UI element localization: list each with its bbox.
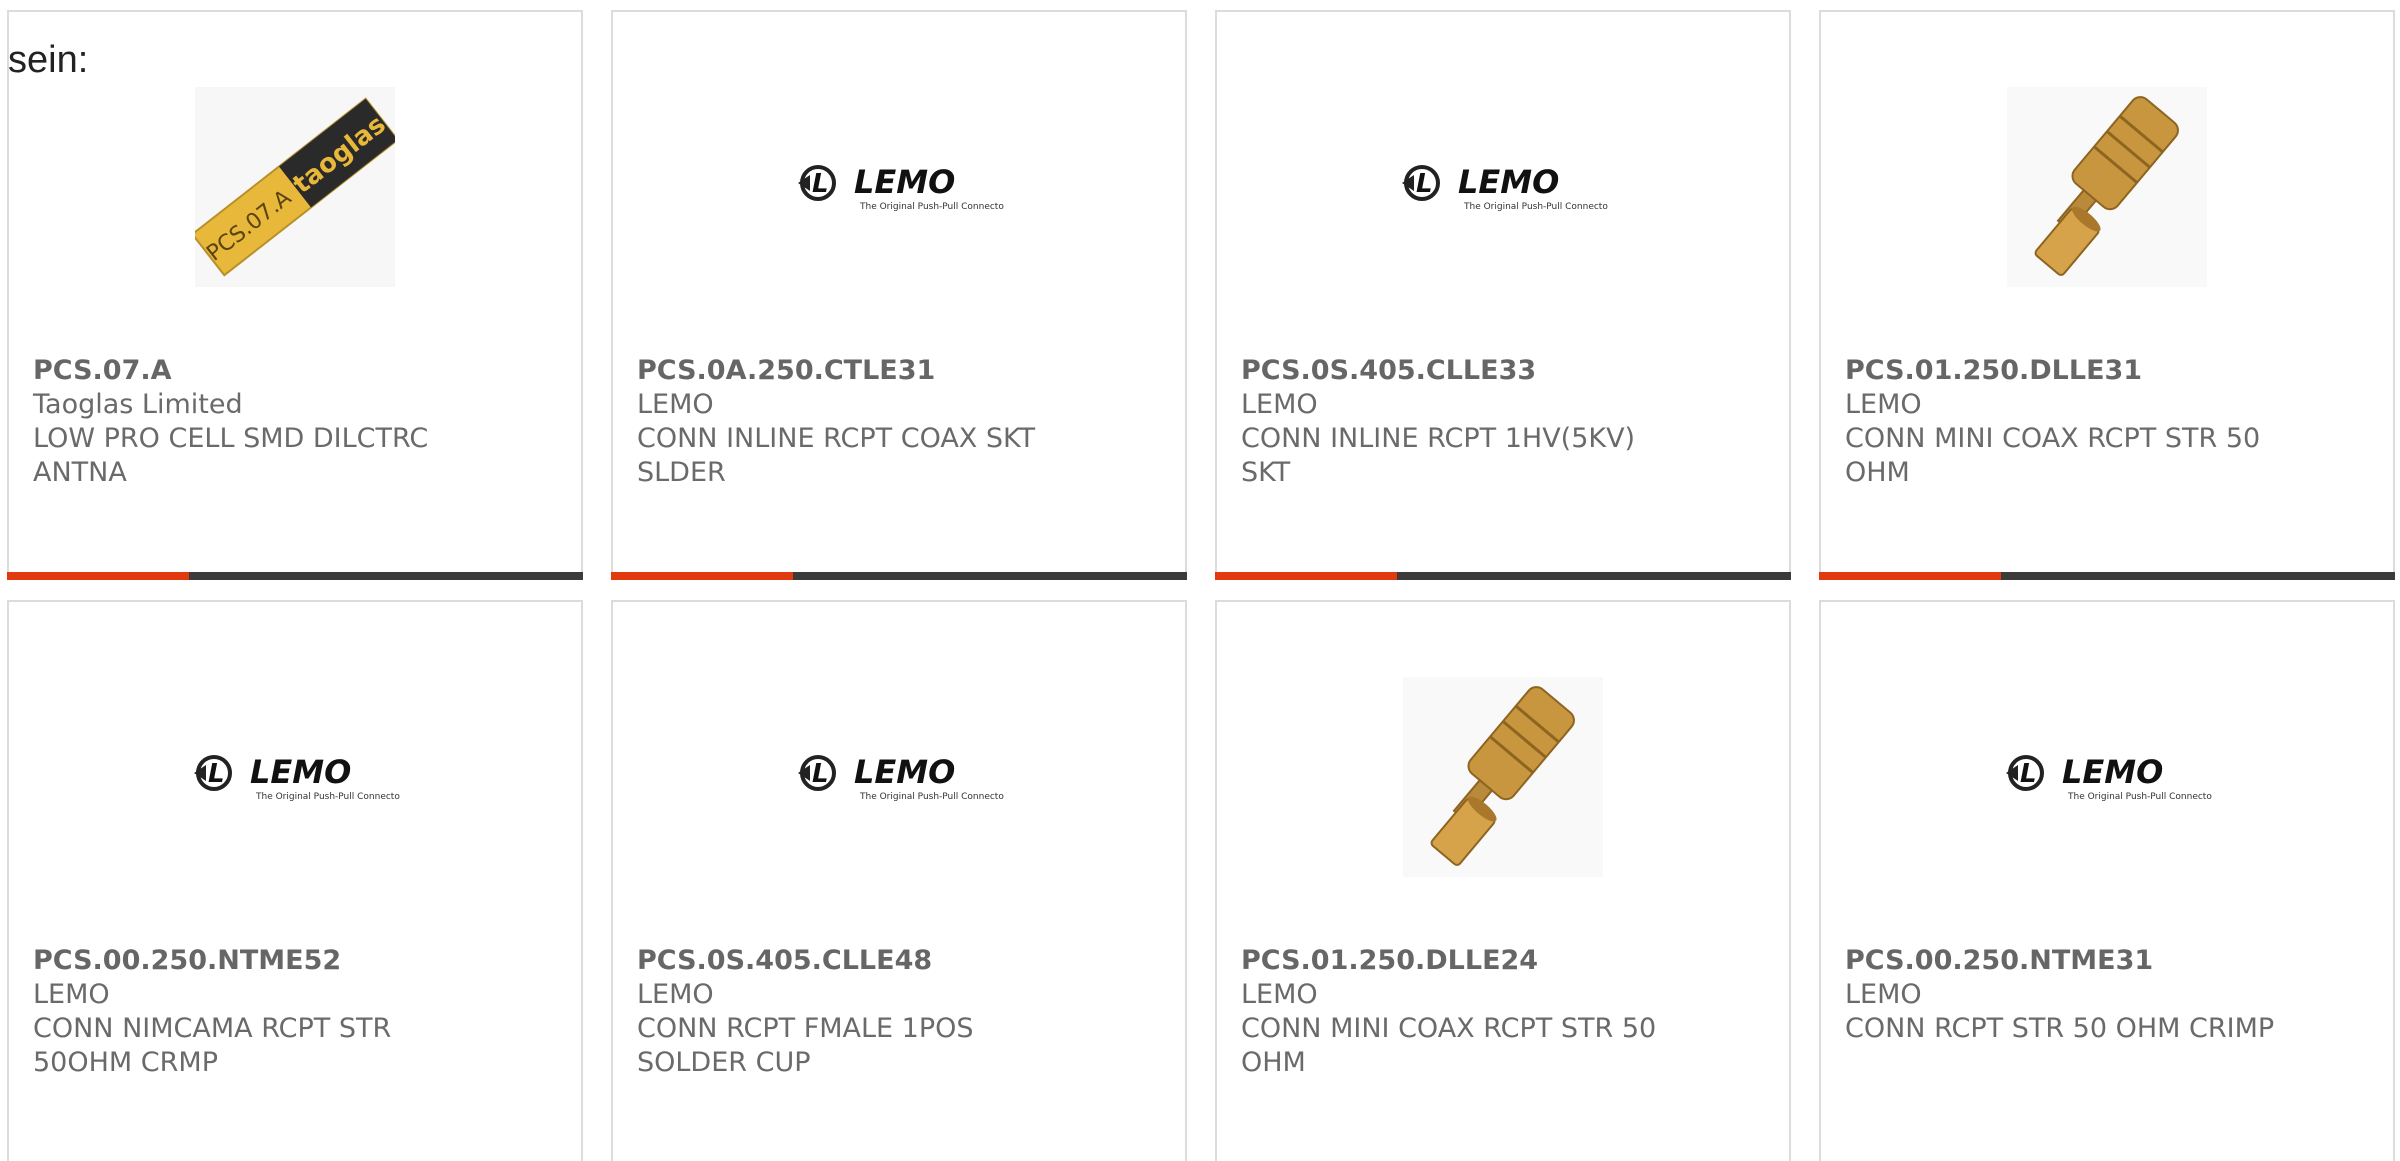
lemo-tagline: The Original Push-Pull Connector [255,792,400,802]
svg-text:L: L [2020,759,2037,789]
taoglas-antenna-photo: PCS.07.A taoglas [195,87,395,287]
description-line-2: 50OHM CRMP [33,1047,218,1078]
description-line-1: CONN RCPT STR 50 OHM CRIMP [1845,1013,2275,1044]
gold-connector-photo [2007,87,2207,287]
card-bar [7,572,583,580]
intro-text: sein: [8,39,89,81]
description-line-1: CONN RCPT FMALE 1POS [637,1013,974,1044]
lemo-wordmark: LEMO [854,163,955,201]
part-number[interactable]: PCS.0S.405.CLLE48 [637,944,1161,978]
product-card[interactable]: L LEMO The Original Push-Pull Connector … [611,600,1187,1161]
product-image[interactable]: PCS.07.A taoglas [9,82,581,292]
lemo-tagline: The Original Push-Pull Connector [859,792,1004,802]
card-bar-accent [1215,572,1397,580]
product-info: PCS.0A.250.CTLE31 LEMO CONN INLINE RCPT … [637,354,1161,490]
product-card[interactable]: PCS.01.250.DLLE31 LEMO CONN MINI COAX RC… [1819,10,2395,580]
product-info: PCS.0S.405.CLLE48 LEMO CONN RCPT FMALE 1… [637,944,1161,1080]
part-number[interactable]: PCS.00.250.NTME52 [33,944,557,978]
manufacturer: LEMO [1241,979,1318,1010]
manufacturer: LEMO [637,979,714,1010]
product-card[interactable]: L LEMO The Original Push-Pull Connector … [1215,10,1791,580]
part-number[interactable]: PCS.01.250.DLLE24 [1241,944,1765,978]
card-bar [1215,572,1791,580]
product-card[interactable]: L LEMO The Original Push-Pull Connector … [611,10,1187,580]
description-line-1: CONN MINI COAX RCPT STR 50 [1241,1013,1657,1044]
lemo-wordmark: LEMO [1458,163,1559,201]
part-number[interactable]: PCS.07.A [33,354,557,388]
lemo-logo-icon: L LEMO The Original Push-Pull Connector [798,163,1004,212]
product-info: PCS.07.A Taoglas Limited LOW PRO CELL SM… [33,354,557,490]
card-bar-accent [7,572,189,580]
description-line-2: SKT [1241,457,1291,488]
gold-connector-photo [1403,677,1603,877]
svg-text:L: L [812,169,829,199]
part-number[interactable]: PCS.00.250.NTME31 [1845,944,2369,978]
product-image[interactable] [1821,82,2393,292]
lemo-logo-icon: L LEMO The Original Push-Pull Connector [1402,163,1608,212]
svg-text:L: L [208,759,225,789]
lemo-logo-icon: L LEMO The Original Push-Pull Connector [798,753,1004,802]
description-line-2: OHM [1241,1047,1306,1078]
product-info: PCS.01.250.DLLE24 LEMO CONN MINI COAX RC… [1241,944,1765,1080]
product-image[interactable]: L LEMO The Original Push-Pull Connector [1821,672,2393,882]
manufacturer: Taoglas Limited [33,389,243,420]
description-line-1: LOW PRO CELL SMD DILCTRC [33,423,429,454]
svg-text:L: L [1416,169,1433,199]
description-line-2: SLDER [637,457,726,488]
description-line-1: CONN INLINE RCPT 1HV(5KV) [1241,423,1636,454]
product-info: PCS.01.250.DLLE31 LEMO CONN MINI COAX RC… [1845,354,2369,490]
product-image[interactable]: L LEMO The Original Push-Pull Connector [1217,82,1789,292]
lemo-wordmark: LEMO [250,753,351,791]
part-number[interactable]: PCS.0A.250.CTLE31 [637,354,1161,388]
product-card[interactable]: L LEMO The Original Push-Pull Connector … [1819,600,2395,1161]
description-line-1: CONN MINI COAX RCPT STR 50 [1845,423,2261,454]
product-card[interactable]: L LEMO The Original Push-Pull Connector … [7,600,583,1161]
card-bar [1819,572,2395,580]
product-image[interactable]: L LEMO The Original Push-Pull Connector [9,672,581,882]
product-card[interactable]: PCS.01.250.DLLE24 LEMO CONN MINI COAX RC… [1215,600,1791,1161]
lemo-tagline: The Original Push-Pull Connector [2067,792,2212,802]
lemo-tagline: The Original Push-Pull Connector [1463,202,1608,212]
card-bar [611,572,1187,580]
card-bar-accent [1819,572,2001,580]
lemo-wordmark: LEMO [2062,753,2163,791]
product-image[interactable]: L LEMO The Original Push-Pull Connector [613,672,1185,882]
manufacturer: LEMO [1845,389,1922,420]
product-grid-page: sein: PCS.07.A taoglas PCS.07.A Taoglas … [0,0,2400,1161]
product-info: PCS.00.250.NTME31 LEMO CONN RCPT STR 50 … [1845,944,2369,1046]
description-line-2: SOLDER CUP [637,1047,811,1078]
description-line-1: CONN INLINE RCPT COAX SKT [637,423,1036,454]
product-image[interactable] [1217,672,1789,882]
lemo-logo-icon: L LEMO The Original Push-Pull Connector [194,753,400,802]
description-line-1: CONN NIMCAMA RCPT STR [33,1013,392,1044]
manufacturer: LEMO [1845,979,1922,1010]
product-image[interactable]: L LEMO The Original Push-Pull Connector [613,82,1185,292]
product-info: PCS.00.250.NTME52 LEMO CONN NIMCAMA RCPT… [33,944,557,1080]
product-card[interactable]: PCS.07.A taoglas PCS.07.A Taoglas Limite… [7,10,583,580]
manufacturer: LEMO [33,979,110,1010]
part-number[interactable]: PCS.01.250.DLLE31 [1845,354,2369,388]
manufacturer: LEMO [637,389,714,420]
description-line-2: OHM [1845,457,1910,488]
lemo-wordmark: LEMO [854,753,955,791]
product-info: PCS.0S.405.CLLE33 LEMO CONN INLINE RCPT … [1241,354,1765,490]
lemo-logo-icon: L LEMO The Original Push-Pull Connector [2006,753,2212,802]
card-bar-accent [611,572,793,580]
lemo-tagline: The Original Push-Pull Connector [859,202,1004,212]
part-number[interactable]: PCS.0S.405.CLLE33 [1241,354,1765,388]
svg-text:L: L [812,759,829,789]
manufacturer: LEMO [1241,389,1318,420]
description-line-2: ANTNA [33,457,127,488]
